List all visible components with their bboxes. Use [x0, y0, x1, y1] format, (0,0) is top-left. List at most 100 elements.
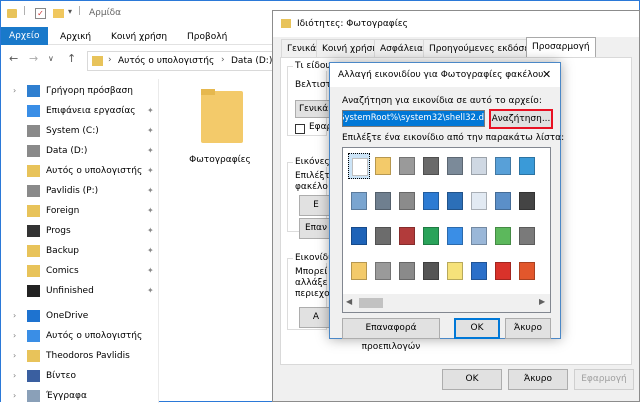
tab-share[interactable]: Κοινή χρήση	[104, 29, 174, 45]
shell-icon-option[interactable]	[444, 223, 466, 249]
breadcrumb-data-drive[interactable]: Data (D:)	[231, 56, 272, 66]
shell-icon-option[interactable]	[516, 153, 538, 179]
expand-chevron-icon[interactable]: ›	[13, 386, 16, 406]
shell-icon-option[interactable]	[444, 188, 466, 214]
folder-item[interactable]: Φωτογραφίες	[189, 85, 251, 173]
properties-quick-icon[interactable]: ✓	[35, 8, 46, 19]
shell-icon-option[interactable]	[468, 188, 490, 214]
browse-button[interactable]: Αναζήτηση...	[489, 109, 553, 129]
tab-customize[interactable]: Προσαρμογή	[526, 37, 596, 58]
expand-chevron-icon[interactable]: ›	[13, 366, 16, 386]
pin-icon[interactable]: ✦	[147, 261, 154, 281]
pin-icon[interactable]: ✦	[147, 221, 154, 241]
tab-file[interactable]: Αρχείο	[1, 27, 48, 45]
shell-icon-option[interactable]	[468, 258, 490, 284]
pin-icon[interactable]: ✦	[147, 141, 154, 161]
tab-security[interactable]: Ασφάλεια	[374, 39, 429, 57]
nav-item[interactable]: Backup ✦	[1, 241, 158, 261]
properties-ok-button[interactable]: OK	[442, 369, 502, 390]
shell-icon-option[interactable]	[348, 223, 370, 249]
apply-to-subfolders-checkbox[interactable]	[295, 124, 305, 134]
nav-item[interactable]: Επιφάνεια εργασίας ✦	[1, 101, 158, 121]
nav-item[interactable]: › Αυτός ο υπολογιστής	[1, 326, 158, 346]
pin-icon[interactable]: ✦	[147, 121, 154, 141]
nav-item[interactable]: Foreign ✦	[1, 201, 158, 221]
pin-icon[interactable]: ✦	[147, 281, 154, 301]
pin-icon[interactable]: ✦	[147, 241, 154, 261]
back-arrow-icon[interactable]: ←	[9, 52, 18, 65]
shell-icon-option[interactable]	[420, 153, 442, 179]
expand-chevron-icon[interactable]: ›	[13, 326, 16, 346]
nav-item[interactable]: Pavlidis (P:) ✦	[1, 181, 158, 201]
shell-icon-option[interactable]	[492, 258, 514, 284]
shell-icon-option[interactable]	[372, 153, 394, 179]
shell-icon-option[interactable]	[348, 188, 370, 214]
nav-item[interactable]: › OneDrive	[1, 306, 158, 326]
expand-chevron-icon[interactable]: ›	[13, 346, 16, 366]
nav-item[interactable]: Αυτός ο υπολογιστής ✦	[1, 161, 158, 181]
nav-item[interactable]: Comics ✦	[1, 261, 158, 281]
shell-icon-option[interactable]	[516, 188, 538, 214]
nav-item[interactable]: System (C:) ✦	[1, 121, 158, 141]
scrollbar-thumb[interactable]	[359, 298, 383, 308]
nav-item[interactable]: Unfinished ✦	[1, 281, 158, 301]
properties-cancel-button[interactable]: Άκυρο	[508, 369, 568, 390]
restore-default-button[interactable]: Επαν	[299, 218, 333, 239]
choose-file-button[interactable]: Ε	[299, 195, 333, 216]
pin-icon[interactable]: ✦	[147, 201, 154, 221]
nav-item[interactable]: Data (D:) ✦	[1, 141, 158, 161]
horizontal-scrollbar[interactable]: ◀ ▶	[343, 294, 550, 312]
address-bar[interactable]: › Αυτός ο υπολογιστής › Data (D:)	[87, 51, 283, 71]
shell-icon-option[interactable]	[372, 188, 394, 214]
nav-item[interactable]: › Theodoros Pavlidis	[1, 346, 158, 366]
shell-icon-option[interactable]	[444, 153, 466, 179]
nav-item[interactable]: Progs ✦	[1, 221, 158, 241]
scroll-left-icon[interactable]: ◀	[346, 297, 352, 306]
recent-dropdown-icon[interactable]: ∨	[48, 54, 54, 63]
shell-icon-option[interactable]	[348, 258, 370, 284]
shell-icon-option[interactable]	[396, 188, 418, 214]
shell-icon-option[interactable]	[492, 153, 514, 179]
nav-item[interactable]: › Βίντεο	[1, 366, 158, 386]
expand-chevron-icon[interactable]: ›	[13, 81, 16, 101]
shell-icon-option[interactable]	[468, 153, 490, 179]
icon-file-path-input[interactable]: %SystemRoot%\system32\shell32.dll	[342, 110, 485, 127]
forward-arrow-icon[interactable]: →	[29, 52, 38, 65]
pin-icon[interactable]: ✦	[147, 181, 154, 201]
change-icon-cancel-button[interactable]: Άκυρο	[505, 318, 551, 339]
close-icon[interactable]: ✕	[542, 63, 551, 87]
shell-icon-option[interactable]	[396, 258, 418, 284]
properties-apply-button[interactable]: Εφαρμογή	[574, 369, 634, 390]
folder-type-dropdown[interactable]: Γενικά σ	[295, 100, 331, 118]
shell-icon-option[interactable]	[444, 258, 466, 284]
shell-icon-option[interactable]	[396, 153, 418, 179]
expand-chevron-icon[interactable]: ›	[13, 306, 16, 326]
scroll-right-icon[interactable]: ▶	[539, 297, 545, 306]
tab-home[interactable]: Αρχική	[53, 29, 98, 45]
change-icon-ok-button[interactable]: OK	[454, 318, 500, 339]
shell-icon-option[interactable]	[372, 258, 394, 284]
shell-icon-option[interactable]	[420, 188, 442, 214]
shell-icon-option[interactable]	[468, 223, 490, 249]
shell-icon-option[interactable]	[396, 223, 418, 249]
shell-icon-option[interactable]	[492, 223, 514, 249]
up-arrow-icon[interactable]: ↑	[67, 52, 76, 65]
breadcrumb-this-pc[interactable]: Αυτός ο υπολογιστής	[118, 56, 214, 66]
shell-icon-option[interactable]	[516, 258, 538, 284]
shell-icon-option[interactable]	[516, 223, 538, 249]
new-folder-quick-icon[interactable]	[53, 9, 64, 18]
change-icon-button[interactable]: Α	[299, 307, 333, 328]
quick-access-dropdown-icon[interactable]: ▾	[68, 7, 72, 16]
shell-icon-option[interactable]	[420, 258, 442, 284]
nav-item[interactable]: › Γρήγορη πρόσβαση	[1, 81, 158, 101]
shell-icon-option[interactable]	[348, 153, 370, 179]
icon-list[interactable]: ◀ ▶	[342, 147, 551, 313]
pin-icon[interactable]: ✦	[147, 161, 154, 181]
shell-icon-option[interactable]	[372, 223, 394, 249]
tab-view[interactable]: Προβολή	[180, 29, 234, 45]
shell-icon-option[interactable]	[420, 223, 442, 249]
nav-item[interactable]: › Έγγραφα	[1, 386, 158, 406]
pin-icon[interactable]: ✦	[147, 101, 154, 121]
restore-defaults-button[interactable]: Επαναφορά προεπιλογών	[342, 318, 440, 352]
shell-icon-option[interactable]	[492, 188, 514, 214]
